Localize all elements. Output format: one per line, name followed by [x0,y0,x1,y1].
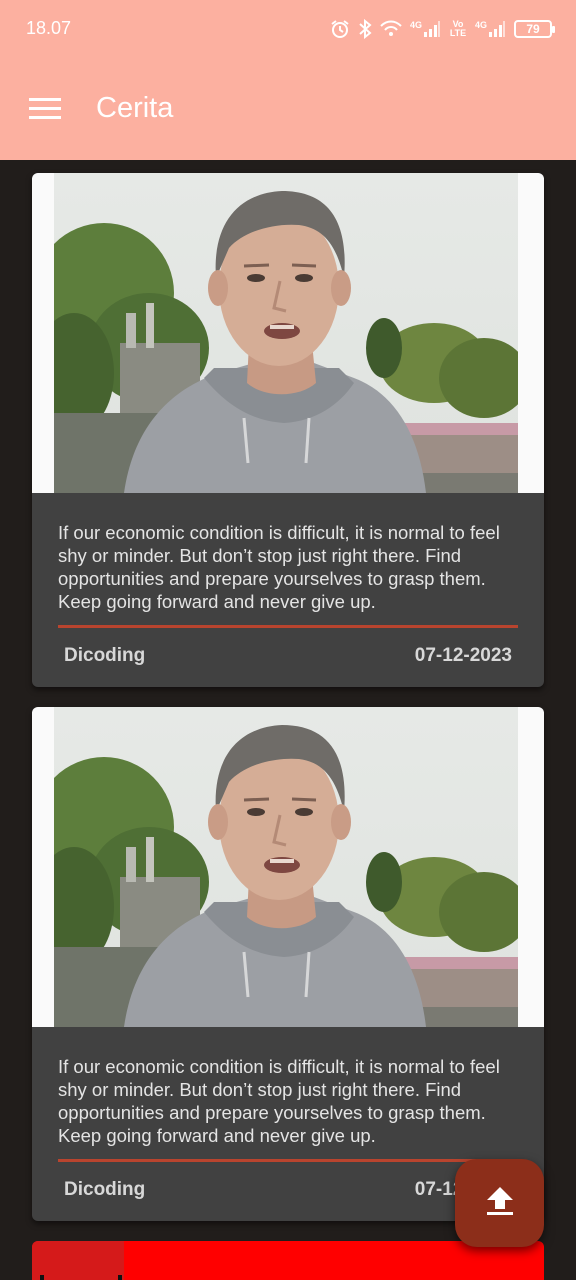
story-list[interactable]: If our economic condition is difficult, … [0,160,576,1280]
divider [58,625,518,628]
volte-icon: Vo LTE [449,19,467,38]
page-title: Cerita [96,92,174,124]
story-author: Dicoding [64,645,146,666]
status-time: 18.07 [26,18,72,38]
story-photo-detail [40,1275,44,1280]
signal-4g-icon: 4G [410,20,441,38]
hamburger-menu-icon[interactable] [20,84,70,134]
story-date: 07-12-2023 [414,645,512,666]
story-author: Dicoding [64,1179,146,1200]
battery-icon: 79 [514,20,555,38]
story-card[interactable] [32,1241,544,1280]
wifi-icon [380,20,402,38]
story-photo [32,707,544,1027]
divider [58,1159,518,1162]
alarm-icon [330,19,350,39]
upload-icon [486,1186,513,1220]
story-card[interactable]: If our economic condition is difficult, … [32,173,544,687]
status-bar: 18.07 4G Vo LTE 4G 79 [0,0,576,58]
upload-button[interactable] [455,1159,544,1247]
story-description: If our economic condition is difficult, … [58,1056,500,1146]
toolbar: Cerita [0,80,576,140]
signal-4g-icon: 4G [475,20,506,38]
story-photo-detail [118,1275,122,1280]
story-photo [32,1241,124,1280]
status-icons: 4G Vo LTE 4G 79 [330,16,555,42]
battery-level: 79 [526,22,540,36]
app-bar: 18.07 4G Vo LTE 4G 79 Cerita [0,0,576,160]
story-photo [32,173,544,493]
bluetooth-icon [358,19,372,39]
story-card[interactable]: If our economic condition is difficult, … [32,707,544,1221]
story-description: If our economic condition is difficult, … [58,522,500,612]
